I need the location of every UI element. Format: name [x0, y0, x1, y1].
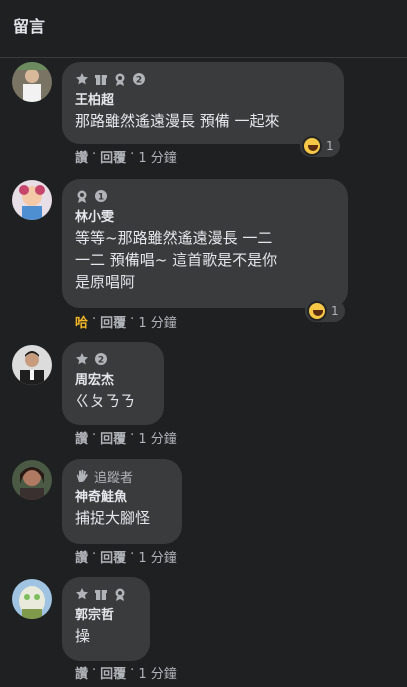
page-title: 留言 — [13, 17, 46, 36]
svg-text:2: 2 — [98, 356, 104, 366]
level-1-icon: 1 — [95, 190, 107, 203]
comment-actions: 讚 · 回覆 · 1 分鐘 — [75, 663, 177, 682]
badge-row: 2 — [75, 350, 152, 368]
avatar[interactable] — [12, 460, 52, 500]
comment-author[interactable]: 周宏杰 — [75, 372, 152, 390]
comment-text: 捕捉大腳怪 — [75, 509, 151, 527]
rising-star-icon — [76, 588, 88, 600]
haha-reaction-icon — [307, 301, 327, 321]
rising-star-icon — [76, 353, 88, 365]
comment-actions: 讚 · 回覆 · 1 分鐘 — [75, 428, 177, 447]
separator: · — [92, 547, 97, 562]
reaction-count[interactable]: 1 — [305, 300, 345, 322]
svg-text:1: 1 — [98, 193, 104, 203]
separator: · — [130, 663, 135, 678]
badge-row — [75, 585, 138, 603]
reply-button[interactable]: 回覆 — [100, 547, 126, 566]
comment-timestamp[interactable]: 1 分鐘 — [138, 428, 176, 447]
avatar[interactable] — [12, 180, 52, 220]
separator: · — [92, 428, 97, 443]
comment-bubble: 追蹤者 神奇鮭魚 捕捉大腳怪 — [62, 459, 182, 544]
separator: · — [130, 428, 135, 443]
wave-icon — [76, 469, 88, 482]
comment-author[interactable]: 郭宗哲 — [75, 607, 138, 625]
comments-header: 留言 — [0, 0, 407, 58]
separator: · — [92, 312, 97, 327]
medal-icon — [115, 588, 125, 601]
comment-author[interactable]: 神奇鮭魚 — [75, 489, 170, 507]
comment-text: ㄍㄆㄋㄋ — [75, 392, 136, 410]
badge-row: 2 — [75, 70, 332, 88]
like-button[interactable]: 讚 — [75, 547, 88, 566]
separator: · — [130, 312, 135, 327]
avatar[interactable] — [12, 579, 52, 619]
comment-author[interactable]: 王柏超 — [75, 92, 332, 110]
reaction-count[interactable]: 1 — [300, 135, 340, 157]
comment-text: 那路雖然遙遠漫長 預備 一起來 — [75, 112, 280, 130]
reply-button[interactable]: 回覆 — [100, 428, 126, 447]
comment-actions: 讚 · 回覆 · 1 分鐘 — [75, 147, 177, 166]
reply-button[interactable]: 回覆 — [100, 147, 126, 166]
comment-bubble: 1 林小雯 等等~那路雖然遙遠漫長 一二 一二 預備唱~ 這首歌是不是你 是原唱… — [62, 179, 348, 308]
medal-icon — [77, 190, 87, 203]
like-button[interactable]: 讚 — [75, 428, 88, 447]
haha-button[interactable]: 哈 — [75, 312, 88, 331]
separator: · — [130, 547, 135, 562]
comment-author[interactable]: 林小雯 — [75, 209, 336, 227]
svg-text:2: 2 — [136, 76, 142, 86]
badge-label: 追蹤者 — [94, 470, 134, 486]
reply-button[interactable]: 回覆 — [100, 663, 126, 682]
level-2-icon: 2 — [133, 73, 145, 86]
gift-icon — [95, 590, 107, 600]
comment-actions: 哈 · 回覆 · 1 分鐘 — [75, 312, 177, 331]
like-button[interactable]: 讚 — [75, 147, 88, 166]
comment-bubble: 2 周宏杰 ㄍㄆㄋㄋ — [62, 342, 164, 425]
comment-text: 等等~那路雖然遙遠漫長 一二 一二 預備唱~ 這首歌是不是你 是原唱阿 — [75, 229, 278, 291]
comment-bubble: 郭宗哲 操 — [62, 577, 150, 661]
avatar[interactable] — [12, 345, 52, 385]
separator: · — [92, 147, 97, 162]
comment-timestamp[interactable]: 1 分鐘 — [138, 147, 176, 166]
comment-bubble: 2 王柏超 那路雖然遙遠漫長 預備 一起來 — [62, 62, 344, 144]
separator: · — [130, 147, 135, 162]
gift-icon — [95, 75, 107, 85]
comment-text: 操 — [75, 627, 91, 645]
comment-timestamp[interactable]: 1 分鐘 — [138, 547, 176, 566]
haha-reaction-icon — [302, 136, 322, 156]
comment-timestamp[interactable]: 1 分鐘 — [138, 663, 176, 682]
rising-star-icon — [76, 73, 88, 85]
badge-row: 追蹤者 — [75, 467, 170, 486]
avatar[interactable] — [12, 62, 52, 102]
reply-button[interactable]: 回覆 — [100, 312, 126, 331]
medal-icon — [115, 73, 125, 86]
comment-actions: 讚 · 回覆 · 1 分鐘 — [75, 547, 177, 566]
level-2-icon: 2 — [95, 353, 107, 366]
comment-timestamp[interactable]: 1 分鐘 — [138, 312, 176, 331]
separator: · — [92, 663, 97, 678]
badge-row: 1 — [75, 187, 336, 205]
like-button[interactable]: 讚 — [75, 663, 88, 682]
